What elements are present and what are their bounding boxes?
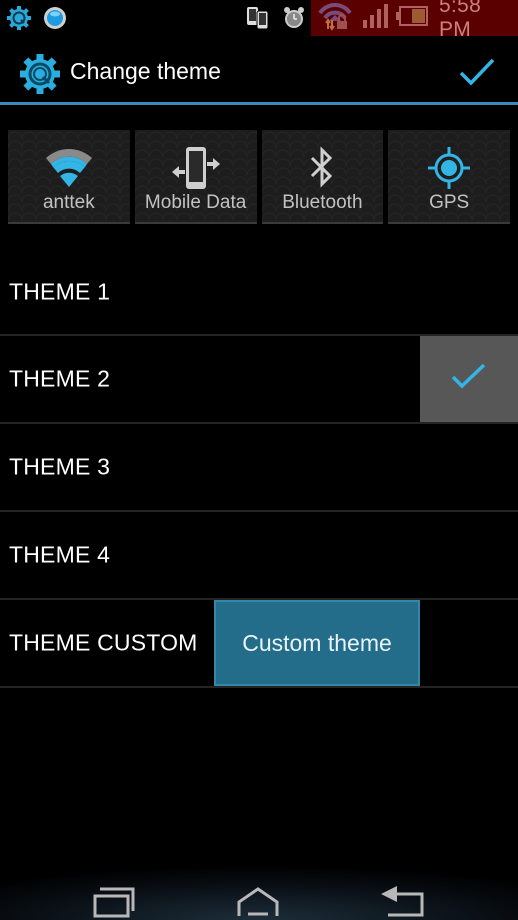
recent-apps-icon	[93, 887, 135, 918]
theme-item-3[interactable]: THEME 3	[0, 424, 518, 512]
settings-gear-q-icon	[6, 5, 32, 36]
recent-apps-button[interactable]	[86, 882, 146, 918]
action-bar: Change theme	[0, 38, 518, 104]
page-title: Change theme	[70, 58, 221, 84]
toggle-wifi[interactable]: anttek	[8, 130, 130, 224]
toggle-mobile-data[interactable]: Mobile Data	[134, 130, 257, 224]
back-icon	[381, 886, 424, 917]
gps-icon	[424, 146, 474, 190]
home-button[interactable]	[229, 882, 289, 918]
theme-gear-icon	[18, 52, 62, 96]
toggle-label: Bluetooth	[282, 192, 363, 213]
theme-item-4[interactable]: THEME 4	[0, 512, 518, 600]
confirm-button[interactable]	[455, 52, 499, 92]
theme-label: THEME CUSTOM	[9, 629, 198, 656]
theme-label: THEME 4	[9, 541, 111, 568]
theme-list: THEME 1 THEME 2 THEME 3 THEME 4 THEME CU…	[0, 249, 518, 688]
wifi-locked-icon	[317, 1, 355, 36]
check-icon	[451, 363, 486, 389]
custom-theme-button[interactable]: Custom theme	[214, 600, 420, 686]
battery-icon	[395, 4, 429, 33]
selected-indicator	[420, 336, 518, 422]
theme-label: THEME 1	[9, 278, 111, 304]
theme-label: THEME 3	[9, 453, 111, 480]
toggle-label: anttek	[42, 192, 95, 213]
dual-phone-icon	[244, 4, 272, 37]
navigation-bar	[0, 866, 518, 920]
toggle-bluetooth[interactable]: Bluetooth	[261, 130, 384, 224]
mobile-data-icon	[171, 146, 221, 190]
toggle-label: GPS	[429, 192, 470, 213]
check-icon	[459, 58, 495, 86]
quick-toggles: anttek Mobile Data Bluetooth GPS	[8, 130, 510, 224]
theme-item-2[interactable]: THEME 2	[0, 336, 518, 424]
wifi-icon	[44, 146, 94, 190]
toggle-label: Mobile Data	[144, 192, 247, 213]
home-icon	[237, 887, 279, 916]
status-bar: 5:58 PM	[0, 0, 518, 41]
toggle-gps[interactable]: GPS	[388, 130, 510, 224]
action-bar-divider	[0, 102, 518, 105]
alarm-clock-icon	[280, 4, 308, 37]
back-button[interactable]	[376, 882, 436, 918]
clock-time: 5:58 PM	[439, 0, 482, 41]
theme-item-1[interactable]: THEME 1	[0, 249, 518, 336]
blue-orb-icon	[42, 5, 68, 36]
theme-label: THEME 2	[9, 365, 111, 392]
bluetooth-icon	[297, 146, 347, 190]
signal-bars-icon	[361, 2, 389, 35]
theme-item-custom[interactable]: THEME CUSTOM Custom theme	[0, 600, 518, 688]
